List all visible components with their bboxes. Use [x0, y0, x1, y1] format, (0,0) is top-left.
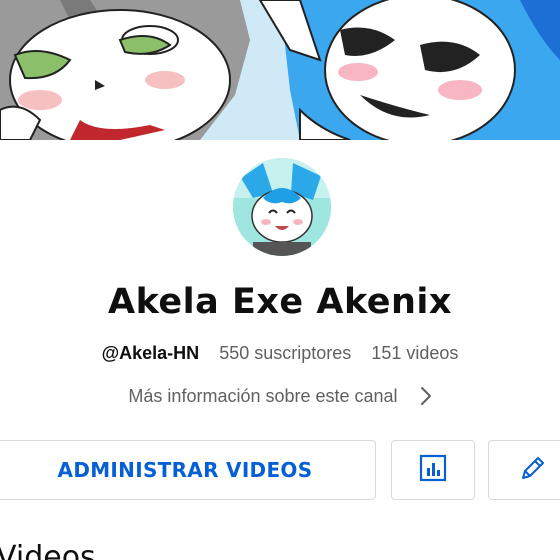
edit-channel-button[interactable]: [488, 440, 560, 500]
channel-name: Akela Exe Akenix: [107, 282, 453, 322]
chevron-right-icon: [420, 386, 432, 406]
manage-videos-button[interactable]: ADMINISTRAR VIDEOS: [0, 440, 376, 500]
analytics-icon: [419, 454, 447, 487]
channel-meta: @Akela-HN 550 suscriptores 151 videos: [0, 343, 560, 364]
analytics-button[interactable]: [391, 440, 475, 500]
manage-videos-label: ADMINISTRAR VIDEOS: [57, 458, 313, 482]
avatar-illustration: [233, 158, 331, 256]
more-info-link[interactable]: Más información sobre este canal: [0, 383, 560, 409]
videos-section-title: Videos: [0, 540, 96, 560]
pencil-icon: [518, 453, 548, 488]
channel-avatar[interactable]: [233, 158, 331, 256]
channel-handle: @Akela-HN: [101, 343, 200, 363]
more-info-label: Más información sobre este canal: [128, 385, 398, 406]
channel-page: Akela Exe Akenix @Akela-HN 550 suscripto…: [0, 0, 560, 560]
gray-character-art: [0, 0, 250, 140]
channel-banner: [0, 0, 560, 140]
blue-character-art: [258, 0, 560, 140]
banner-illustration: [0, 0, 560, 140]
subscriber-count: 550 suscriptores: [219, 343, 352, 363]
video-count: 151 videos: [371, 343, 459, 363]
